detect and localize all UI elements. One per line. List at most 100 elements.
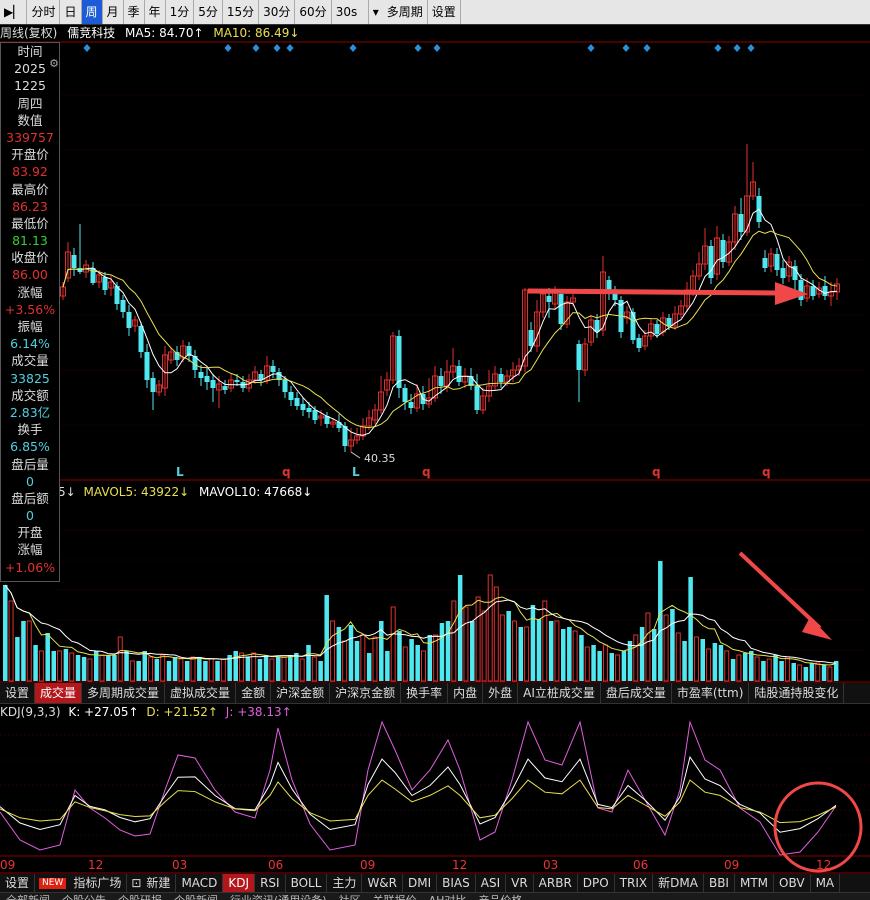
indicator-tab[interactable]: 虚拟成交量 (165, 683, 237, 703)
volume-bar (621, 651, 627, 681)
volume-bar (609, 653, 615, 681)
indicator-tab[interactable]: 多周期成交量 (82, 683, 166, 703)
field-value: 6.14% (10, 336, 50, 352)
indicator-button[interactable]: 主力 (327, 874, 363, 892)
volume-bar (311, 656, 317, 682)
volume-bar (33, 645, 38, 681)
indicator-button[interactable]: ARBR (534, 874, 578, 892)
indicator-tab[interactable]: 市盈率(ttm) (672, 683, 750, 703)
indicator-button[interactable]: DPO (578, 874, 615, 892)
news-tab[interactable]: 关联报价 (367, 895, 423, 900)
volume-bar (779, 661, 784, 681)
volume-ma-lines (4, 584, 836, 666)
volume-indicator-tabs: 设置 成交量 多周期成交量 虚拟成交量 金额 沪深金额 沪深京金额 换手率 内盘 外盘 AI立桩成交… (0, 683, 870, 704)
field-value: 6.85% (10, 439, 50, 455)
volume-bar (827, 666, 833, 682)
candle-body (636, 338, 642, 348)
indicator-tab[interactable]: 外盘 (483, 683, 519, 703)
indicator-button[interactable]: MA (811, 874, 841, 892)
chart-area[interactable]: 40.35 L q Lq q q (0, 0, 870, 900)
mavol10-value: MAVOL10: 47668↓ (199, 485, 313, 499)
volume-bar (124, 651, 129, 681)
candle-body (71, 255, 77, 268)
field-value: 86.00 (12, 267, 48, 283)
field-value: 339757 (6, 129, 54, 145)
indicator-button[interactable]: MTM (735, 874, 775, 892)
volume-bar (542, 600, 548, 682)
indicator-tab[interactable]: 盘后成交量 (601, 683, 672, 703)
indicator-button[interactable]: BBI (704, 874, 735, 892)
volume-bar (754, 656, 760, 682)
indicator-tab[interactable]: 换手率 (401, 683, 449, 703)
indicator-button[interactable]: RSI (255, 874, 286, 892)
candle-body (606, 280, 612, 290)
volume-bar (518, 627, 524, 681)
news-tab[interactable]: AH对比 (423, 895, 473, 900)
indicator-button[interactable]: DMI (403, 874, 438, 892)
indicator-button[interactable]: MACD (176, 874, 224, 892)
gear-icon[interactable]: ⚙ (49, 57, 59, 70)
kdj-d-line (0, 779, 837, 824)
volume-bar (21, 621, 26, 681)
news-tab[interactable]: 个股研报 (112, 895, 168, 900)
candle-body (282, 380, 288, 392)
candle-body (546, 296, 552, 302)
field-value: 0 (26, 473, 34, 489)
news-tab[interactable]: 全部新闻 (0, 895, 56, 900)
indicator-tab[interactable]: 内盘 (448, 683, 484, 703)
indicator-button[interactable]: 指标广场 (68, 874, 128, 892)
news-tab[interactable]: 个股新闻 (168, 895, 224, 900)
indicator-button[interactable]: TRIX (615, 874, 654, 892)
volume-bar (530, 605, 536, 681)
kdj-j-value: J: +38.13↑ (225, 705, 292, 719)
indicator-button[interactable]: OBV (774, 874, 811, 892)
indicator-tab[interactable]: 金额 (236, 683, 272, 703)
indicator-button[interactable]: KDJ (223, 874, 256, 892)
volume-bar (306, 645, 311, 681)
volume-bar (730, 659, 736, 681)
candle-body (438, 376, 444, 386)
volume-bar (397, 631, 402, 681)
signal-markers (83, 44, 755, 52)
indicator-tab[interactable]: AI立桩成交量 (518, 683, 601, 703)
pattern-marker: q (652, 465, 661, 479)
news-tab[interactable]: 产品价格 (472, 895, 528, 900)
volume-bar (87, 658, 93, 682)
news-tab[interactable]: 社区 (333, 895, 367, 900)
indicator-button[interactable]: 新DMA (653, 874, 704, 892)
volume-bar (749, 651, 754, 681)
volume-bar (215, 661, 220, 681)
low-price-label: 40.35 (364, 452, 396, 465)
volume-bar (3, 585, 8, 681)
news-tab[interactable]: 个股公告 (56, 895, 112, 900)
indicator-button[interactable]: VR (506, 874, 534, 892)
indicator-button[interactable]: 新建 (141, 874, 177, 892)
kdj-name: KDJ(9,3,3) (0, 705, 61, 719)
field-label: 涨幅 (17, 284, 43, 300)
indicator-button[interactable]: 设置 (0, 874, 36, 892)
indicator-tab[interactable]: 沪深京金额 (330, 683, 402, 703)
indicator-tab[interactable]: 陆股通持股变化 (749, 683, 845, 703)
volume-bar (645, 612, 651, 682)
indicator-button[interactable]: W&R (362, 874, 403, 892)
indicator-button[interactable]: ASI (476, 874, 507, 892)
field-label: 数值 (17, 112, 43, 128)
news-tab[interactable]: 行业资讯(通用设备) (224, 895, 333, 900)
candle-body (762, 258, 768, 268)
volume-bar (724, 650, 730, 682)
volume-bar (299, 658, 305, 682)
field-label: 开盘 (17, 525, 43, 541)
indicator-tab[interactable]: 沪深金额 (271, 683, 331, 703)
field-value: 2.83亿 (9, 404, 51, 420)
candle-body (402, 388, 408, 402)
indicator-tab[interactable]: 成交量 (35, 683, 83, 703)
indicator-button[interactable]: BOLL (286, 874, 328, 892)
indicator-button[interactable]: BIAS (437, 874, 476, 892)
volume-bar (184, 661, 190, 681)
volume-bar (615, 654, 621, 682)
arrow-line (738, 551, 822, 630)
candle-body (294, 398, 300, 406)
volume-bar (572, 630, 578, 682)
volume-bar (439, 623, 445, 681)
indicator-tab[interactable]: 设置 (0, 683, 36, 703)
